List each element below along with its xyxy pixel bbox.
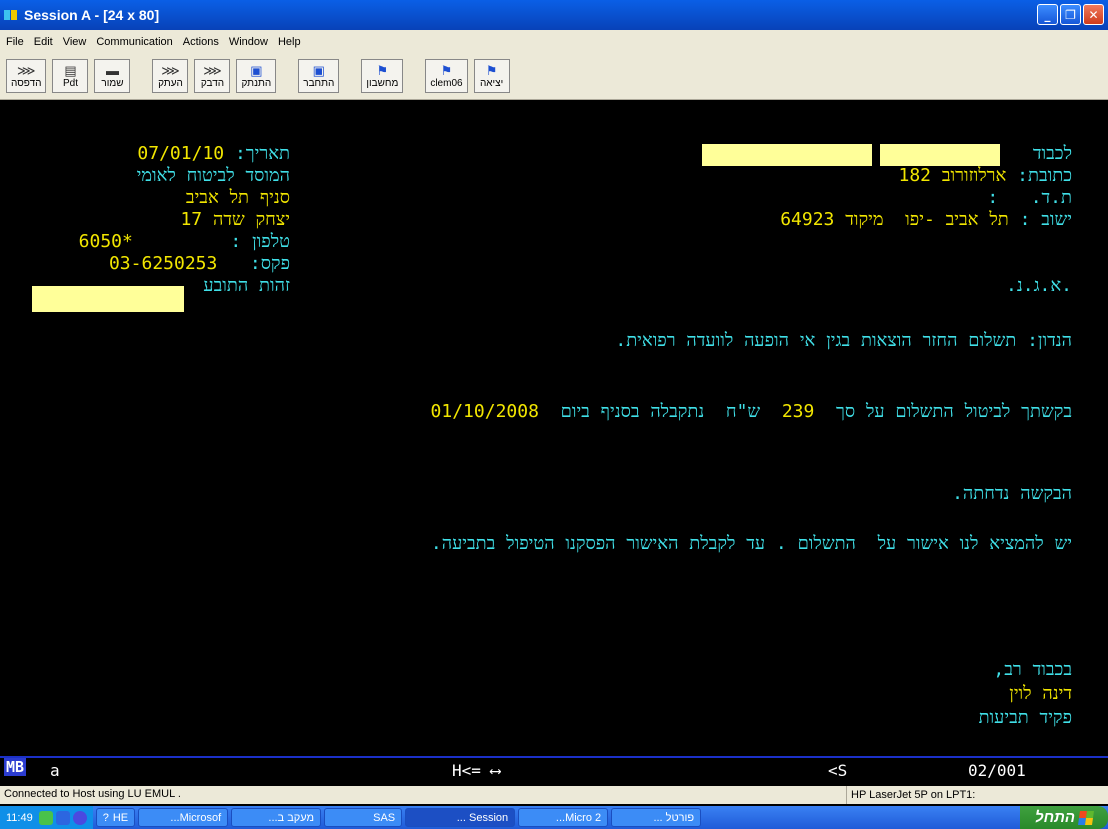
app-icon	[4, 8, 20, 22]
request-line: בקשתך לביטול התשלום על סך 239 ש"ח נתקבלה…	[430, 401, 1072, 422]
window-title: Session A - [24 x 80]	[24, 7, 160, 23]
task-micro[interactable]: Micro 2...	[518, 808, 609, 827]
save-icon: ▬	[105, 62, 119, 78]
task-tracking[interactable]: מעקב ב...	[231, 808, 322, 827]
status-bar: Connected to Host using LU EMUL . HP Las…	[0, 786, 1108, 804]
cursor-position: 02/001	[968, 761, 1026, 780]
closing-line: בכבוד רב,	[993, 659, 1072, 680]
connect-button[interactable]: ▣ התחבר	[298, 59, 340, 93]
fax-line: פקס: 03-6250253	[108, 253, 290, 274]
windows-logo-icon	[1078, 810, 1094, 825]
pdt-icon: ▤	[64, 62, 77, 78]
po-box-line: ת.ד. :	[987, 187, 1072, 208]
exit-icon: ⚑	[485, 62, 498, 78]
connect-icon: ▣	[312, 62, 325, 78]
subject-line: הנדון: תשלום החזר הוצאות בגין אי הופעה ל…	[615, 330, 1072, 351]
start-button[interactable]: התחל	[1020, 806, 1108, 829]
calculator-button[interactable]: ⚑ מחשבון	[361, 59, 404, 93]
redacted-id	[32, 286, 184, 312]
task-session[interactable]: Session ...	[405, 808, 516, 827]
network-icon[interactable]	[38, 810, 53, 825]
menu-file[interactable]: File	[6, 36, 24, 48]
redacted-name-2	[880, 144, 1000, 166]
print-button[interactable]: ⋙ הדפסה	[6, 59, 47, 93]
task-sas[interactable]: SAS	[324, 808, 403, 827]
clem06-button[interactable]: ⚑ clem06	[425, 59, 468, 93]
printer-status: HP LaserJet 5P on LPT1:	[846, 786, 975, 804]
operator-info-area: MB a H<= ⟷ <S 02/001	[0, 756, 1108, 784]
taskbar: 11:49 ? HE Microsof... מעקב ב... SAS Sess…	[0, 806, 1108, 829]
language-indicator[interactable]: ? HE	[95, 808, 136, 827]
signer-name: דינה לוין	[1009, 683, 1072, 704]
branch-address-line: יצחק שדה 17	[180, 209, 290, 230]
institute-line: המוסד לביטוח לאומי	[136, 165, 290, 186]
date-line: תאריך: 07/01/10	[137, 143, 290, 164]
rejected-line: הבקשה נדחתה.	[952, 483, 1072, 504]
menu-bar: File Edit View Communication Actions Win…	[0, 30, 1108, 54]
mode-indicator: MB	[4, 758, 27, 776]
help-icon: ?	[102, 811, 109, 824]
address-line: כתובת: ארלוזורוב 182	[898, 165, 1073, 186]
copy-icon: ⋙	[161, 62, 180, 78]
instruction-line: יש להמציא לנו אישור על התשלום . עד לקבלת…	[430, 533, 1072, 554]
redacted-name	[702, 144, 872, 166]
pdt-button[interactable]: ▤ Pdt	[52, 59, 89, 93]
menu-window[interactable]: Window	[229, 36, 268, 48]
minimize-button[interactable]: _	[1037, 4, 1058, 25]
audio-icon[interactable]	[72, 810, 87, 825]
shift-indicator: <S	[828, 761, 848, 780]
title-bar: Session A - [24 x 80] _ ❐ ✕	[0, 0, 1108, 30]
disconnect-button[interactable]: ▣ התנתק	[236, 59, 277, 93]
connection-status: Connected to Host using LU EMUL .	[4, 788, 181, 800]
print-screen-icon: ⋙	[16, 62, 36, 78]
menu-help[interactable]: Help	[278, 36, 301, 48]
paste-button[interactable]: ⋙ הדבק	[194, 59, 231, 93]
paste-icon: ⋙	[203, 62, 222, 78]
toolbar: ⋙ הדפסה ▤ Pdt ▬ שמור ⋙ העתק ⋙ הדבק ▣ התנתק ▣ הת…	[0, 54, 1108, 100]
menu-communication[interactable]: Communication	[96, 36, 172, 48]
exit-button[interactable]: ⚑ יציאה	[473, 59, 510, 93]
signer-title: פקיד תביעות	[978, 707, 1072, 728]
copy-button[interactable]: ⋙ העתק	[152, 59, 189, 93]
close-button[interactable]: ✕	[1083, 4, 1104, 25]
branch-line: סניף תל אביב	[185, 187, 290, 208]
menu-edit[interactable]: Edit	[34, 36, 53, 48]
maximize-button[interactable]: ❐	[1060, 4, 1081, 25]
save-button[interactable]: ▬ שמור	[94, 59, 131, 93]
city-line: ישוב : תל אביב -יפו מיקוד 64923	[780, 209, 1072, 230]
clock: 11:49	[6, 811, 33, 824]
task-microsoft[interactable]: Microsof...	[138, 808, 229, 827]
terminal-screen[interactable]: לכבוד י כתובת: ארלוזורוב 182 ת.ד. : ישוב…	[0, 100, 1108, 756]
monitor-icon[interactable]	[55, 810, 70, 825]
task-portal[interactable]: פורטל ...	[611, 808, 702, 827]
phone-line: טלפון : *6050	[78, 231, 290, 252]
greeting-line: .א.ג.נ.	[1006, 275, 1072, 296]
calculator-icon: ⚑	[376, 62, 389, 78]
menu-view[interactable]: View	[63, 36, 87, 48]
session-indicator: a	[50, 761, 60, 780]
disconnect-icon: ▣	[250, 62, 263, 78]
system-tray: 11:49	[0, 806, 93, 829]
menu-actions[interactable]: Actions	[183, 36, 219, 48]
clem06-icon: ⚑	[440, 62, 453, 78]
cursor-direction: H<= ⟷	[452, 761, 501, 780]
